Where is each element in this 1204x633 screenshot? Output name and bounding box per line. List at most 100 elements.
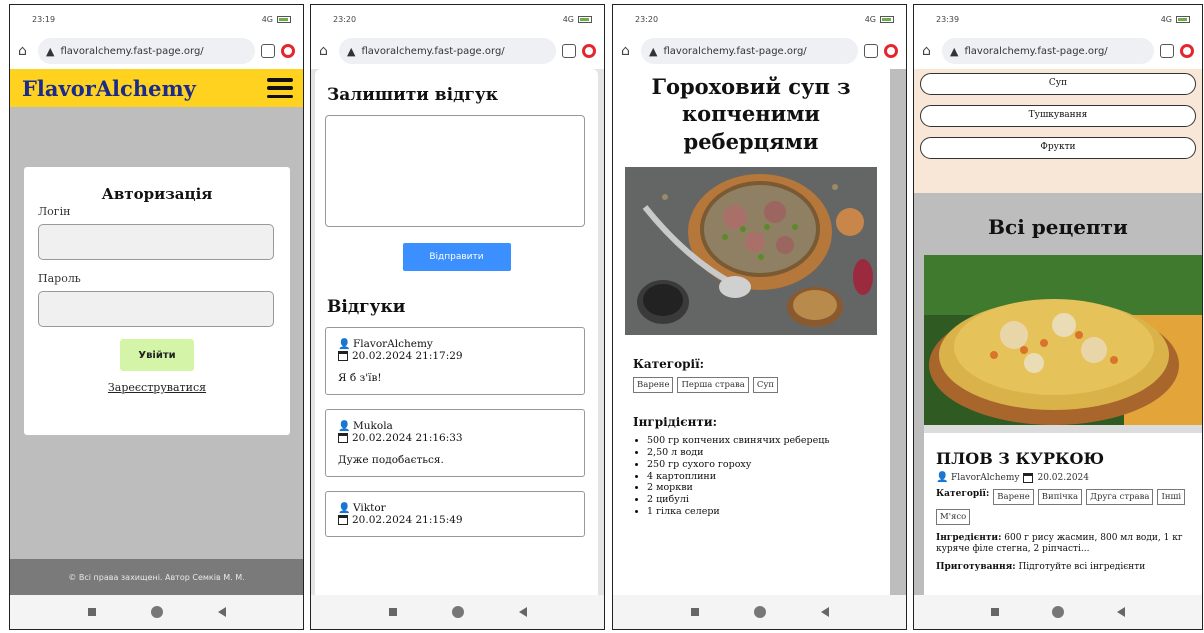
ingredient-item: 1 гілка селери — [647, 506, 881, 518]
hamburger-menu-icon[interactable] — [267, 78, 293, 98]
home-icon[interactable]: ⌂ — [621, 44, 635, 58]
tabs-icon[interactable] — [1160, 44, 1174, 58]
site-header: FlavorAlchemy — [10, 69, 303, 107]
back-icon[interactable] — [518, 607, 527, 617]
ingredient-item: 2 моркви — [647, 482, 881, 494]
category-chip[interactable]: Друга страва — [1086, 489, 1154, 505]
status-time: 23:20 — [333, 14, 357, 24]
home-icon[interactable]: ⌂ — [319, 44, 333, 58]
review-text: Дуже подобається. — [338, 454, 444, 466]
opera-icon[interactable] — [281, 44, 295, 58]
tabs-icon[interactable] — [261, 44, 275, 58]
category-button-soup[interactable]: Суп — [920, 73, 1196, 95]
android-nav-bar — [613, 595, 906, 629]
site-logo[interactable]: FlavorAlchemy — [22, 76, 196, 101]
recents-icon[interactable] — [87, 608, 96, 616]
category-chip[interactable]: Інші — [1157, 489, 1186, 505]
home-button-icon[interactable] — [150, 606, 163, 618]
review-date: 20.02.2024 21:15:49 — [352, 514, 463, 526]
ingredient-item: 250 гр сухого гороху — [647, 459, 881, 471]
pilaf-photo-illustration — [924, 255, 1202, 433]
home-icon[interactable]: ⌂ — [922, 44, 936, 58]
warning-icon: ▲ — [950, 44, 959, 58]
tabs-icon[interactable] — [562, 44, 576, 58]
status-time: 23:39 — [936, 14, 960, 24]
review-item: 👤 Mukola 20.02.2024 21:16:33 Дуже подобає… — [325, 409, 585, 477]
recents-icon[interactable] — [690, 608, 699, 616]
ingredient-item: 500 гр копчених свинячих реберець — [647, 435, 881, 447]
password-input[interactable] — [38, 291, 274, 327]
register-link[interactable]: Зареєструватися — [38, 381, 276, 394]
address-bar[interactable]: ▲ flavoralchemy.fast-page.org/ — [942, 38, 1154, 64]
recipe-card-body: ПЛОВ З КУРКОЮ 👤 FlavorAlchemy 20.02.2024… — [924, 437, 1202, 573]
home-button-icon[interactable] — [1051, 606, 1064, 618]
category-chip[interactable]: Суп — [752, 376, 779, 393]
tabs-icon[interactable] — [864, 44, 878, 58]
review-author: Mukola — [353, 420, 393, 432]
back-icon[interactable] — [1117, 607, 1126, 617]
calendar-icon — [1023, 472, 1034, 483]
back-icon[interactable] — [217, 607, 226, 617]
recents-icon[interactable] — [990, 608, 999, 616]
warning-icon: ▲ — [649, 44, 658, 58]
ingredients-section: Інгрідієнти: 500 гр копчених свинячих ре… — [613, 393, 889, 518]
ingredients-heading: Інгрідієнти: — [633, 414, 718, 429]
ingredient-item: 4 картоплини — [647, 471, 881, 483]
browser-toolbar: ⌂ ▲ flavoralchemy.fast-page.org/ — [914, 33, 1202, 69]
back-icon[interactable] — [820, 607, 829, 617]
login-card: Авторизація Логін Пароль Увійти Зареєстр… — [24, 167, 290, 435]
login-input[interactable] — [38, 224, 274, 260]
review-date: 20.02.2024 21:17:29 — [352, 350, 463, 362]
home-icon[interactable]: ⌂ — [18, 44, 32, 58]
signal-label: 4G — [261, 14, 273, 24]
send-review-button[interactable]: Відправити — [402, 243, 511, 271]
login-label: Логін — [38, 205, 71, 218]
signal-label: 4G — [864, 14, 876, 24]
address-bar[interactable]: ▲ flavoralchemy.fast-page.org/ — [641, 38, 858, 64]
page-content: Гороховий суп з копченими реберцями Кате… — [613, 69, 906, 595]
warning-icon: ▲ — [46, 44, 55, 58]
home-button-icon[interactable] — [451, 606, 464, 618]
category-button-stew[interactable]: Тушкування — [920, 105, 1196, 127]
ingredients-label: Інгредієнти: — [936, 533, 1002, 543]
address-bar[interactable]: ▲ flavoralchemy.fast-page.org/ — [339, 38, 556, 64]
category-chip[interactable]: Варене — [633, 376, 674, 393]
review-textarea[interactable] — [325, 115, 585, 227]
page-content: FlavorAlchemy Авторизація Логін Пароль У… — [10, 69, 303, 595]
android-nav-bar — [10, 595, 303, 629]
category-chips: Варене Перша страва Суп — [633, 376, 889, 393]
login-button[interactable]: Увійти — [120, 339, 194, 371]
url-text: flavoralchemy.fast-page.org/ — [60, 45, 204, 57]
category-button-fruit[interactable]: Фрукти — [920, 137, 1196, 159]
all-recipes-title: Всі рецепти — [988, 215, 1128, 239]
category-menu: Суп Тушкування Фрукти — [914, 69, 1202, 193]
android-nav-bar — [914, 595, 1202, 629]
category-chip[interactable]: Перша страва — [677, 376, 749, 393]
recipe-card-author: FlavorAlchemy — [951, 472, 1020, 483]
category-chip[interactable]: Випічка — [1037, 489, 1083, 505]
recents-icon[interactable] — [388, 608, 397, 616]
browser-toolbar: ⌂ ▲ flavoralchemy.fast-page.org/ — [10, 33, 303, 69]
url-text: flavoralchemy.fast-page.org/ — [663, 45, 807, 57]
warning-icon: ▲ — [347, 44, 356, 58]
opera-icon[interactable] — [884, 44, 898, 58]
recipe-card-date: 20.02.2024 — [1037, 472, 1089, 483]
scroll-rail[interactable] — [890, 69, 906, 595]
category-chip[interactable]: Варене — [993, 489, 1034, 505]
opera-icon[interactable] — [1180, 44, 1194, 58]
recipe-card-title[interactable]: ПЛОВ З КУРКОЮ — [936, 449, 1198, 468]
recipe-card[interactable]: ПЛОВ З КУРКОЮ 👤 FlavorAlchemy 20.02.2024… — [924, 255, 1202, 595]
recipe-card-categories-label: Категорії: — [936, 489, 990, 499]
opera-icon[interactable] — [582, 44, 596, 58]
category-chip[interactable]: М'ясо — [936, 509, 971, 525]
phone-all-recipes: 23:39 4G ⌂ ▲ flavoralchemy.fast-page.org… — [913, 4, 1203, 630]
url-text: flavoralchemy.fast-page.org/ — [361, 45, 505, 57]
page-content: Суп Тушкування Фрукти Всі рецепти ПЛОВ З… — [914, 69, 1202, 595]
home-button-icon[interactable] — [753, 606, 766, 618]
status-bar: 23:19 4G — [10, 5, 303, 33]
address-bar[interactable]: ▲ flavoralchemy.fast-page.org/ — [38, 38, 255, 64]
recipe-card-meta: 👤 FlavorAlchemy 20.02.2024 — [936, 472, 1198, 483]
battery-icon — [1176, 15, 1190, 23]
battery-icon — [277, 15, 291, 23]
ingredient-item: 2 цибулі — [647, 494, 881, 506]
